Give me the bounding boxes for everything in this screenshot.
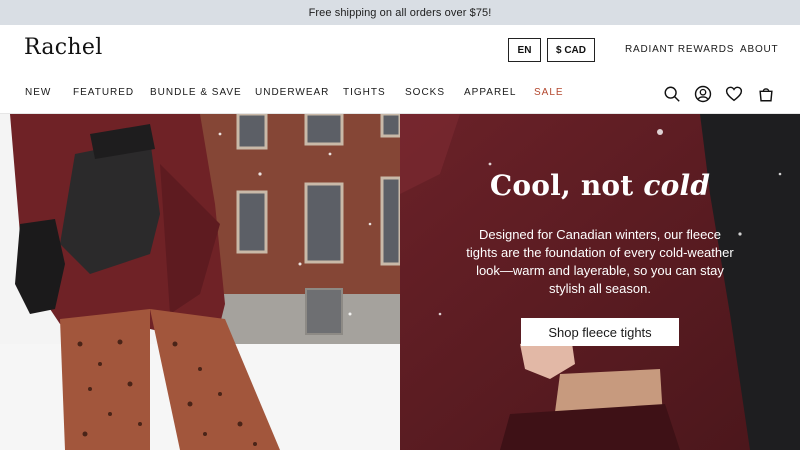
language-selector[interactable]: EN — [508, 38, 541, 62]
search-icon[interactable] — [662, 84, 682, 104]
hero-description: Designed for Canadian winters, our fleec… — [466, 227, 734, 296]
announcement-bar: Free shipping on all orders over $75! — [0, 0, 800, 25]
announcement-text: Free shipping on all orders over $75! — [308, 6, 492, 19]
nav-item-socks[interactable]: SOCKS — [405, 87, 445, 98]
nav-item-apparel[interactable]: APPAREL — [464, 87, 516, 98]
nav-item-underwear[interactable]: UNDERWEAR — [255, 87, 329, 98]
winter-street-photo — [0, 114, 400, 450]
nav-item-featured[interactable]: FEATURED — [73, 87, 134, 98]
currency-selector[interactable]: $ CAD — [547, 38, 595, 62]
hero-copy: Cool, not cold Designed for Canadian win… — [400, 114, 800, 450]
heart-icon[interactable] — [724, 84, 744, 104]
bag-icon[interactable] — [756, 84, 776, 104]
main-nav: NEW FEATURED BUNDLE & SAVE UNDERWEAR TIG… — [0, 87, 640, 103]
hero-title-regular: Cool, not — [489, 169, 644, 202]
nav-item-tights[interactable]: TIGHTS — [343, 87, 386, 98]
hero-title-italic: cold — [643, 169, 711, 202]
logo[interactable]: Rachel — [24, 35, 103, 60]
about-link[interactable]: ABOUT — [740, 44, 778, 55]
hero-title: Cool, not cold — [400, 169, 800, 202]
nav-item-bundle-save[interactable]: BUNDLE & SAVE — [150, 87, 242, 98]
hero-image-left — [0, 114, 400, 450]
site-header: Rachel EN $ CAD RADIANT REWARDS ABOUT NE… — [0, 25, 800, 114]
nav-item-new[interactable]: NEW — [25, 87, 51, 98]
nav-item-sale[interactable]: SALE — [534, 87, 564, 98]
shop-fleece-tights-button[interactable]: Shop fleece tights — [521, 318, 679, 346]
account-icon[interactable] — [693, 84, 713, 104]
radiant-rewards-link[interactable]: RADIANT REWARDS — [625, 44, 734, 55]
